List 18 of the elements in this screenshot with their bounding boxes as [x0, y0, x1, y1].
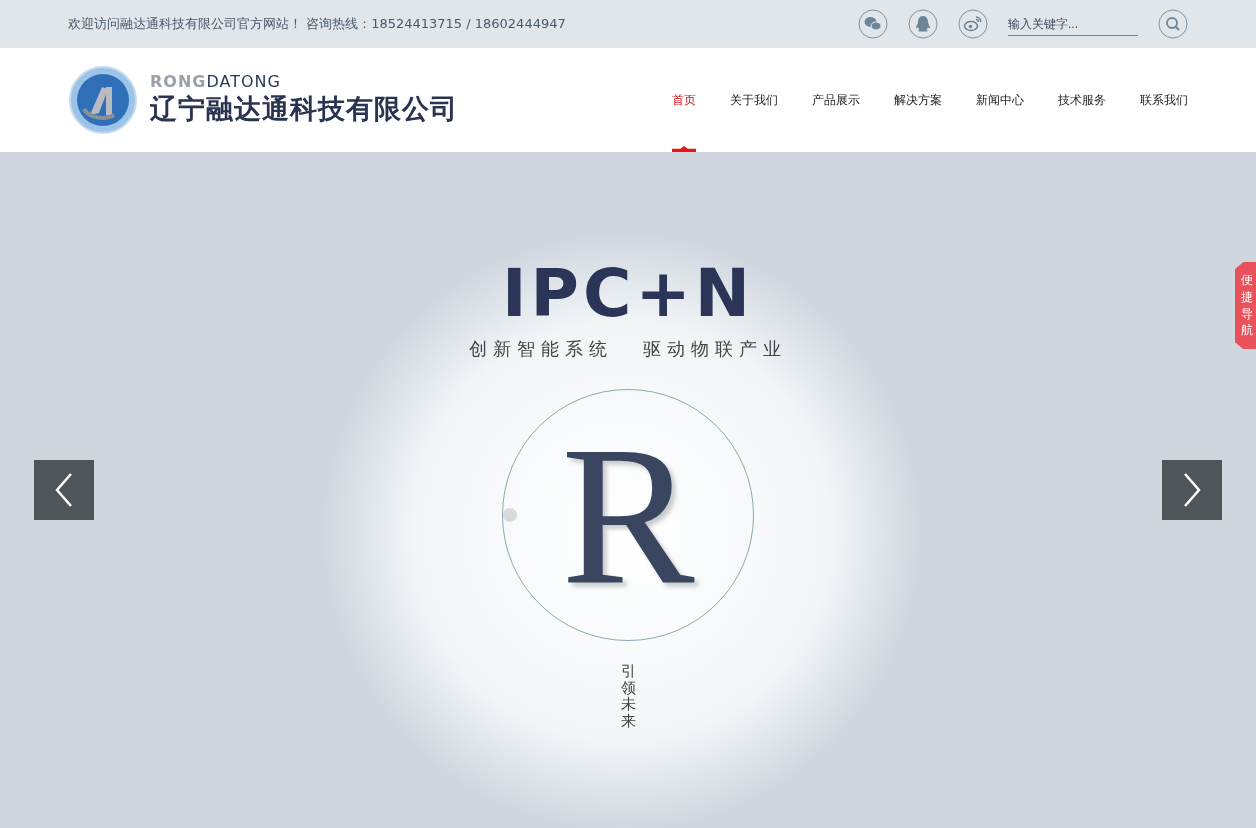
banner-letter: R [561, 415, 695, 615]
banner-tagline: 创新智能系统 [469, 337, 613, 361]
company-name: 辽宁融达通科技有限公司 [150, 92, 458, 126]
banner-headline: IPC+N [502, 261, 754, 327]
nav-link[interactable]: 关于我们 [730, 48, 778, 152]
search-field[interactable]: 输入关键字... [1008, 12, 1138, 36]
quick-nav-tab[interactable]: 便捷导航 [1235, 262, 1256, 350]
nav-link[interactable]: 产品展示 [812, 48, 860, 152]
nav-link[interactable]: 解决方案 [894, 48, 942, 152]
welcome-text: 欢迎访问融达通科技有限公司官方网站！ 咨询热线：18524413715 / 18602444947 [68, 15, 566, 33]
nav-link[interactable]: 首页 [672, 48, 696, 152]
banner-tagline: 驱动物联产业 [643, 337, 787, 361]
brand-name-suffix: DATONG [206, 72, 281, 91]
nav-link[interactable]: 新闻中心 [976, 48, 1024, 152]
nav-link[interactable]: 技术服务 [1058, 48, 1106, 152]
nav-link[interactable]: 联系我们 [1140, 48, 1188, 152]
brand-name-prefix: RONG [150, 72, 207, 91]
vertical-slogan: 引领未来 [620, 663, 636, 729]
